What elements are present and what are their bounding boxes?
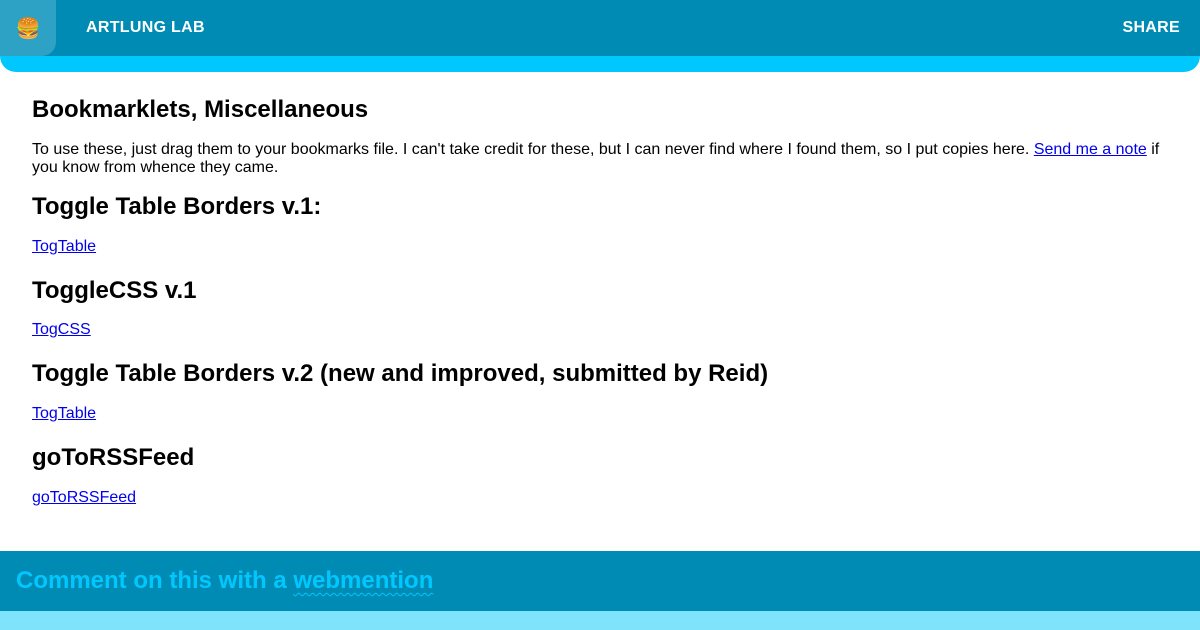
hamburger-menu-button[interactable]: 🍔: [0, 0, 56, 56]
webmention-link[interactable]: webmention: [293, 567, 433, 594]
brand-link[interactable]: ARTLUNG LAB: [86, 19, 205, 37]
site-header: 🍔 ARTLUNG LAB SHARE: [0, 0, 1200, 72]
bookmarklet-link-togtable-v2[interactable]: TogTable: [32, 405, 1172, 423]
page-title: Bookmarklets, Miscellaneous: [32, 96, 369, 123]
webmention-prefix: Comment on this with a: [16, 567, 294, 594]
section-heading-togtable-v2: Toggle Table Borders v.2 (new and improv…: [32, 360, 769, 388]
intro-text: To use these, just drag them to your boo…: [32, 140, 1030, 158]
webmention-heading: Comment on this with a webmention: [16, 567, 433, 595]
section-heading-gotorssfeed: goToRSSFeed: [32, 444, 195, 472]
send-note-link[interactable]: Send me a note: [1034, 141, 1147, 158]
hamburger-icon: 🍔: [15, 17, 41, 40]
section-heading-togglecss: ToggleCSS v.1: [32, 276, 197, 304]
bookmarklet-link-togtable-v1[interactable]: TogTable: [32, 238, 1172, 256]
section-heading-togtable-v1: Toggle Table Borders v.1:: [32, 192, 322, 220]
main-content: Bookmarklets, Miscellaneous To use these…: [32, 96, 1172, 528]
header-bar: 🍔 ARTLUNG LAB SHARE: [0, 0, 1200, 56]
intro-paragraph: To use these, just drag them to your boo…: [32, 141, 1172, 177]
bookmarklet-link-gotorssfeed[interactable]: goToRSSFeed: [32, 489, 1172, 507]
comment-footer: Comment on this with a webmention: [0, 551, 1200, 611]
share-button[interactable]: SHARE: [1122, 19, 1180, 37]
footer-strip: [0, 611, 1200, 630]
bookmarklet-link-togcss[interactable]: TogCSS: [32, 321, 1172, 339]
